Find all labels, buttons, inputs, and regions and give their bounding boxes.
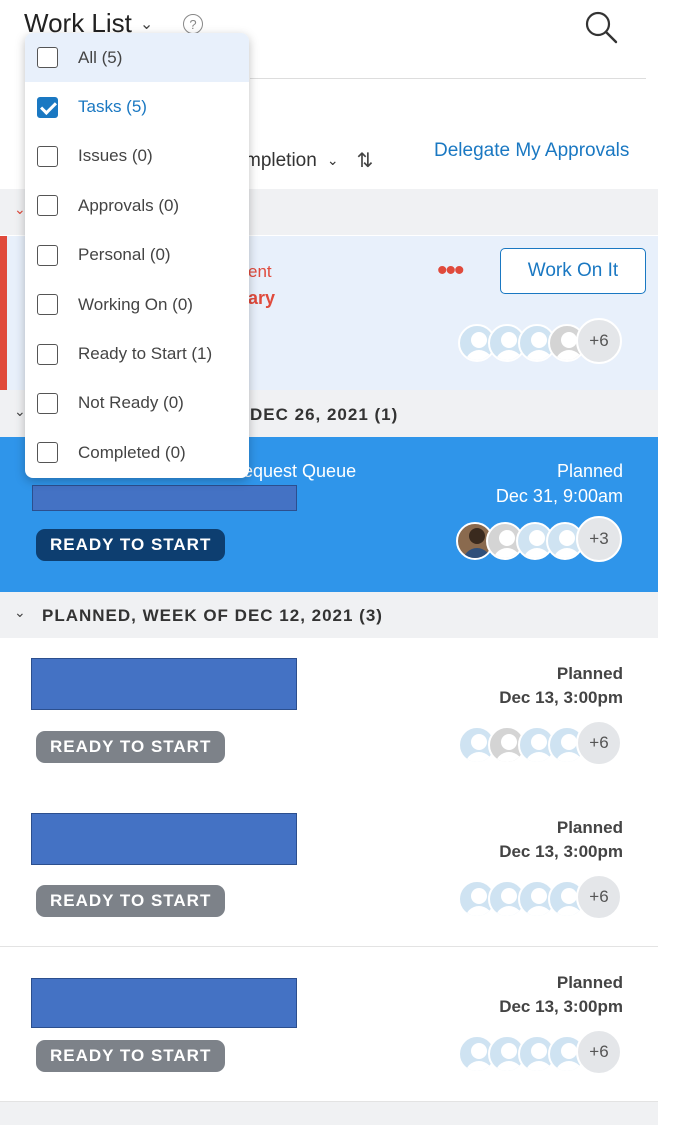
- status-badge: READY TO START: [36, 529, 226, 561]
- sort-label: mpletion: [245, 149, 317, 171]
- redacted-title: [32, 485, 297, 511]
- status-label: Planned: [556, 664, 623, 683]
- checkbox[interactable]: [37, 195, 58, 217]
- help-icon[interactable]: ?: [183, 14, 203, 34]
- checkbox-checked[interactable]: [37, 96, 58, 118]
- search-icon[interactable]: [583, 8, 623, 48]
- work-item-title: ary: [248, 288, 276, 308]
- status-date: Dec 31, 9:00am: [495, 486, 623, 506]
- filter-option-completed[interactable]: Completed (0): [25, 428, 249, 477]
- filter-option-label: All (5): [78, 47, 123, 67]
- assignee-avatars[interactable]: +6: [458, 1029, 628, 1077]
- status-date: Dec 13, 3:00pm: [499, 842, 623, 861]
- filter-option-label: Approvals (0): [78, 195, 180, 215]
- assignee-avatars[interactable]: +6: [458, 318, 628, 366]
- checkbox[interactable]: [37, 343, 58, 365]
- chevron-down-icon: ⌄: [14, 201, 26, 217]
- redacted-title: [31, 813, 297, 865]
- work-item-card[interactable]: Planned Dec 13, 3:00pm READY TO START +6: [0, 792, 658, 947]
- checkbox[interactable]: [37, 392, 58, 414]
- filter-option-label: Completed (0): [78, 442, 186, 462]
- assignee-avatars[interactable]: +6: [458, 874, 628, 922]
- more-assignees-count[interactable]: +6: [576, 874, 622, 920]
- chevron-down-icon: ⌄: [14, 604, 26, 620]
- filter-option-label: Issues (0): [78, 146, 153, 166]
- work-item-card[interactable]: Planned Dec 13, 3:00pm READY TO START +6: [0, 638, 658, 793]
- delegate-approvals-link[interactable]: Delegate My Approvals: [434, 140, 629, 162]
- overdue-indicator: [0, 236, 7, 390]
- filter-option-tasks[interactable]: Tasks (5): [25, 82, 249, 131]
- filter-option-all[interactable]: All (5): [25, 33, 249, 83]
- filter-option-label: Ready to Start (1): [78, 344, 213, 364]
- section-header-next: [0, 1102, 658, 1125]
- status-label: Planned: [556, 973, 623, 992]
- work-item-card[interactable]: Planned Dec 13, 3:00pm READY TO START +6: [0, 947, 658, 1102]
- more-options-icon[interactable]: •••: [437, 256, 464, 286]
- checkbox[interactable]: [37, 244, 58, 266]
- more-assignees-count[interactable]: +6: [576, 720, 622, 766]
- work-item-subtitle: ent: [248, 262, 272, 281]
- filter-option-label: Tasks (5): [78, 97, 147, 117]
- status-badge: READY TO START: [36, 1040, 226, 1072]
- filter-option-not-ready[interactable]: Not Ready (0): [25, 379, 249, 428]
- sort-dropdown[interactable]: mpletion ⌄ ⇅: [245, 148, 373, 173]
- section-title: DEC 26, 2021 (1): [250, 405, 399, 424]
- more-assignees-count[interactable]: +3: [576, 516, 622, 562]
- sort-direction-icon[interactable]: ⇅: [357, 148, 374, 173]
- filter-option-label: Not Ready (0): [78, 393, 184, 413]
- more-assignees-count[interactable]: +6: [576, 1029, 622, 1075]
- section-header-dec12[interactable]: ⌄ PLANNED, WEEK OF DEC 12, 2021 (3): [0, 592, 658, 638]
- chevron-down-icon: ⌄: [326, 152, 339, 168]
- checkbox[interactable]: [37, 47, 58, 69]
- more-assignees-count[interactable]: +6: [576, 318, 622, 364]
- chevron-down-icon: ⌄: [14, 403, 26, 419]
- assignee-avatars[interactable]: +3: [456, 516, 626, 564]
- section-title: PLANNED, WEEK OF DEC 12, 2021 (3): [42, 606, 383, 625]
- checkbox[interactable]: [37, 145, 58, 167]
- work-list-filter-menu[interactable]: All (5) Tasks (5) Issues (0) Approvals (…: [25, 33, 249, 478]
- status-label: Planned: [556, 461, 623, 481]
- work-on-it-button[interactable]: Work On It: [500, 248, 646, 294]
- filter-option-label: Personal (0): [78, 245, 171, 265]
- checkbox[interactable]: [37, 294, 58, 316]
- status-badge: READY TO START: [36, 885, 226, 917]
- header-divider: [250, 78, 646, 79]
- filter-option-working-on[interactable]: Working On (0): [25, 280, 249, 329]
- filter-option-ready-to-start[interactable]: Ready to Start (1): [25, 329, 249, 378]
- status-label: Planned: [556, 818, 623, 837]
- redacted-title: [31, 658, 297, 710]
- status-date: Dec 13, 3:00pm: [499, 688, 623, 707]
- chevron-down-icon: ⌄: [139, 15, 154, 33]
- filter-option-issues[interactable]: Issues (0): [25, 132, 249, 181]
- status-badge: READY TO START: [36, 731, 226, 763]
- checkbox[interactable]: [37, 442, 58, 464]
- assignee-avatars[interactable]: +6: [458, 720, 628, 768]
- filter-option-label: Working On (0): [78, 294, 193, 314]
- filter-option-approvals[interactable]: Approvals (0): [25, 181, 249, 230]
- filter-option-personal[interactable]: Personal (0): [25, 231, 249, 280]
- status-date: Dec 13, 3:00pm: [499, 997, 623, 1016]
- redacted-title: [31, 978, 297, 1028]
